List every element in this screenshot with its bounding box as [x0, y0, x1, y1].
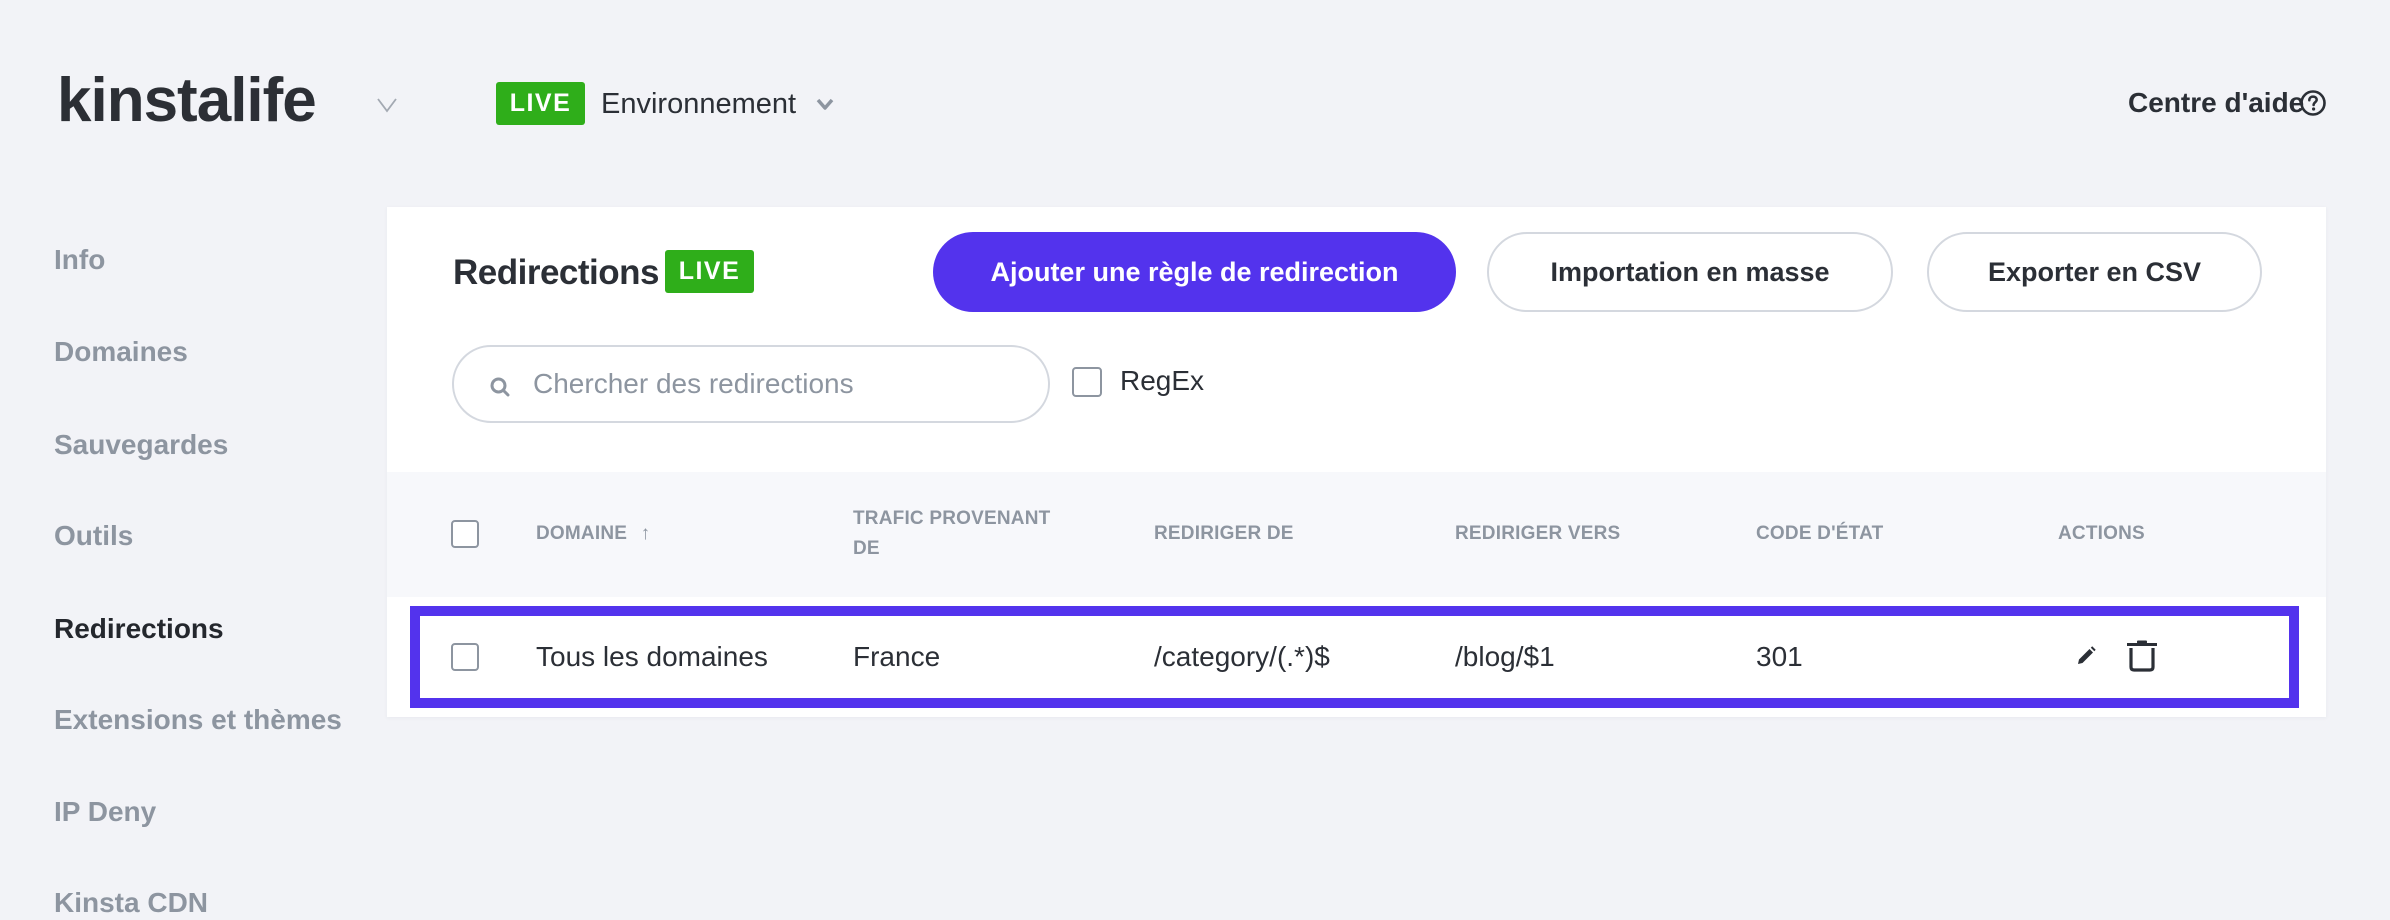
sidebar-item-extensions-themes[interactable]: Extensions et thèmes [54, 703, 342, 737]
column-header-domaine[interactable]: DOMAINE ↑ [536, 519, 650, 549]
edit-icon[interactable] [2074, 644, 2098, 668]
column-header-traffic-from[interactable]: TRAFIC PROVENANT DE [853, 504, 1050, 564]
sidebar-item-redirections[interactable]: Redirections [54, 612, 224, 646]
environment-live-badge: LIVE [496, 82, 585, 125]
cell-domain: Tous les domaines [536, 641, 768, 672]
help-center-label: Centre d'aide [2128, 87, 2305, 118]
site-switcher-chevron-down-icon[interactable] [376, 96, 398, 114]
select-all-checkbox[interactable] [451, 520, 479, 548]
question-circle-icon[interactable] [2299, 89, 2327, 117]
row-select-checkbox[interactable] [451, 643, 479, 671]
sidebar-item-sauvegardes[interactable]: Sauvegardes [54, 428, 228, 462]
add-redirect-rule-button[interactable]: Ajouter une règle de redirection [933, 232, 1456, 312]
regex-checkbox[interactable] [1072, 367, 1102, 397]
cell-redirect-from: /category/(.*)$ [1154, 641, 1330, 672]
bulk-import-button[interactable]: Importation en masse [1487, 232, 1893, 312]
search-icon [490, 377, 510, 397]
environment-chevron-down-icon[interactable] [815, 96, 835, 112]
table-header [387, 472, 2326, 597]
page-title: Redirections [453, 253, 660, 292]
sidebar-item-info[interactable]: Info [54, 243, 105, 277]
cell-redirect-to: /blog/$1 [1455, 641, 1555, 672]
regex-label: RegEx [1120, 365, 1205, 396]
sidebar-item-kinsta-cdn[interactable]: Kinsta CDN [54, 886, 208, 920]
environment-selector[interactable]: Environnement [601, 86, 796, 122]
column-header-domaine-label: DOMAINE [536, 523, 628, 544]
search-input[interactable] [533, 362, 1033, 406]
column-header-traffic-from-line2: DE [853, 538, 880, 559]
cell-traffic-from: France [853, 641, 941, 672]
column-header-redirect-to[interactable]: REDIRIGER VERS [1455, 519, 1620, 549]
sidebar-item-domaines[interactable]: Domaines [54, 335, 188, 369]
site-name-logo[interactable]: kinstalife [57, 66, 317, 136]
column-header-traffic-from-line1: TRAFIC PROVENANT [853, 508, 1051, 529]
export-csv-button[interactable]: Exporter en CSV [1927, 232, 2262, 312]
trash-icon[interactable] [2125, 640, 2159, 672]
live-badge: LIVE [665, 250, 754, 293]
column-header-actions: ACTIONS [2058, 523, 2145, 544]
column-header-redirect-from[interactable]: REDIRIGER DE [1154, 519, 1294, 549]
cell-status-code: 301 [1756, 641, 1803, 672]
sidebar-item-outils[interactable]: Outils [54, 519, 133, 553]
sidebar-item-ip-deny[interactable]: IP Deny [54, 795, 156, 829]
arrow-up-icon: ↑ [640, 523, 651, 544]
help-center-link[interactable]: Centre d'aide [2128, 86, 2304, 120]
column-header-status-code[interactable]: CODE D'ÉTAT [1756, 519, 1883, 549]
